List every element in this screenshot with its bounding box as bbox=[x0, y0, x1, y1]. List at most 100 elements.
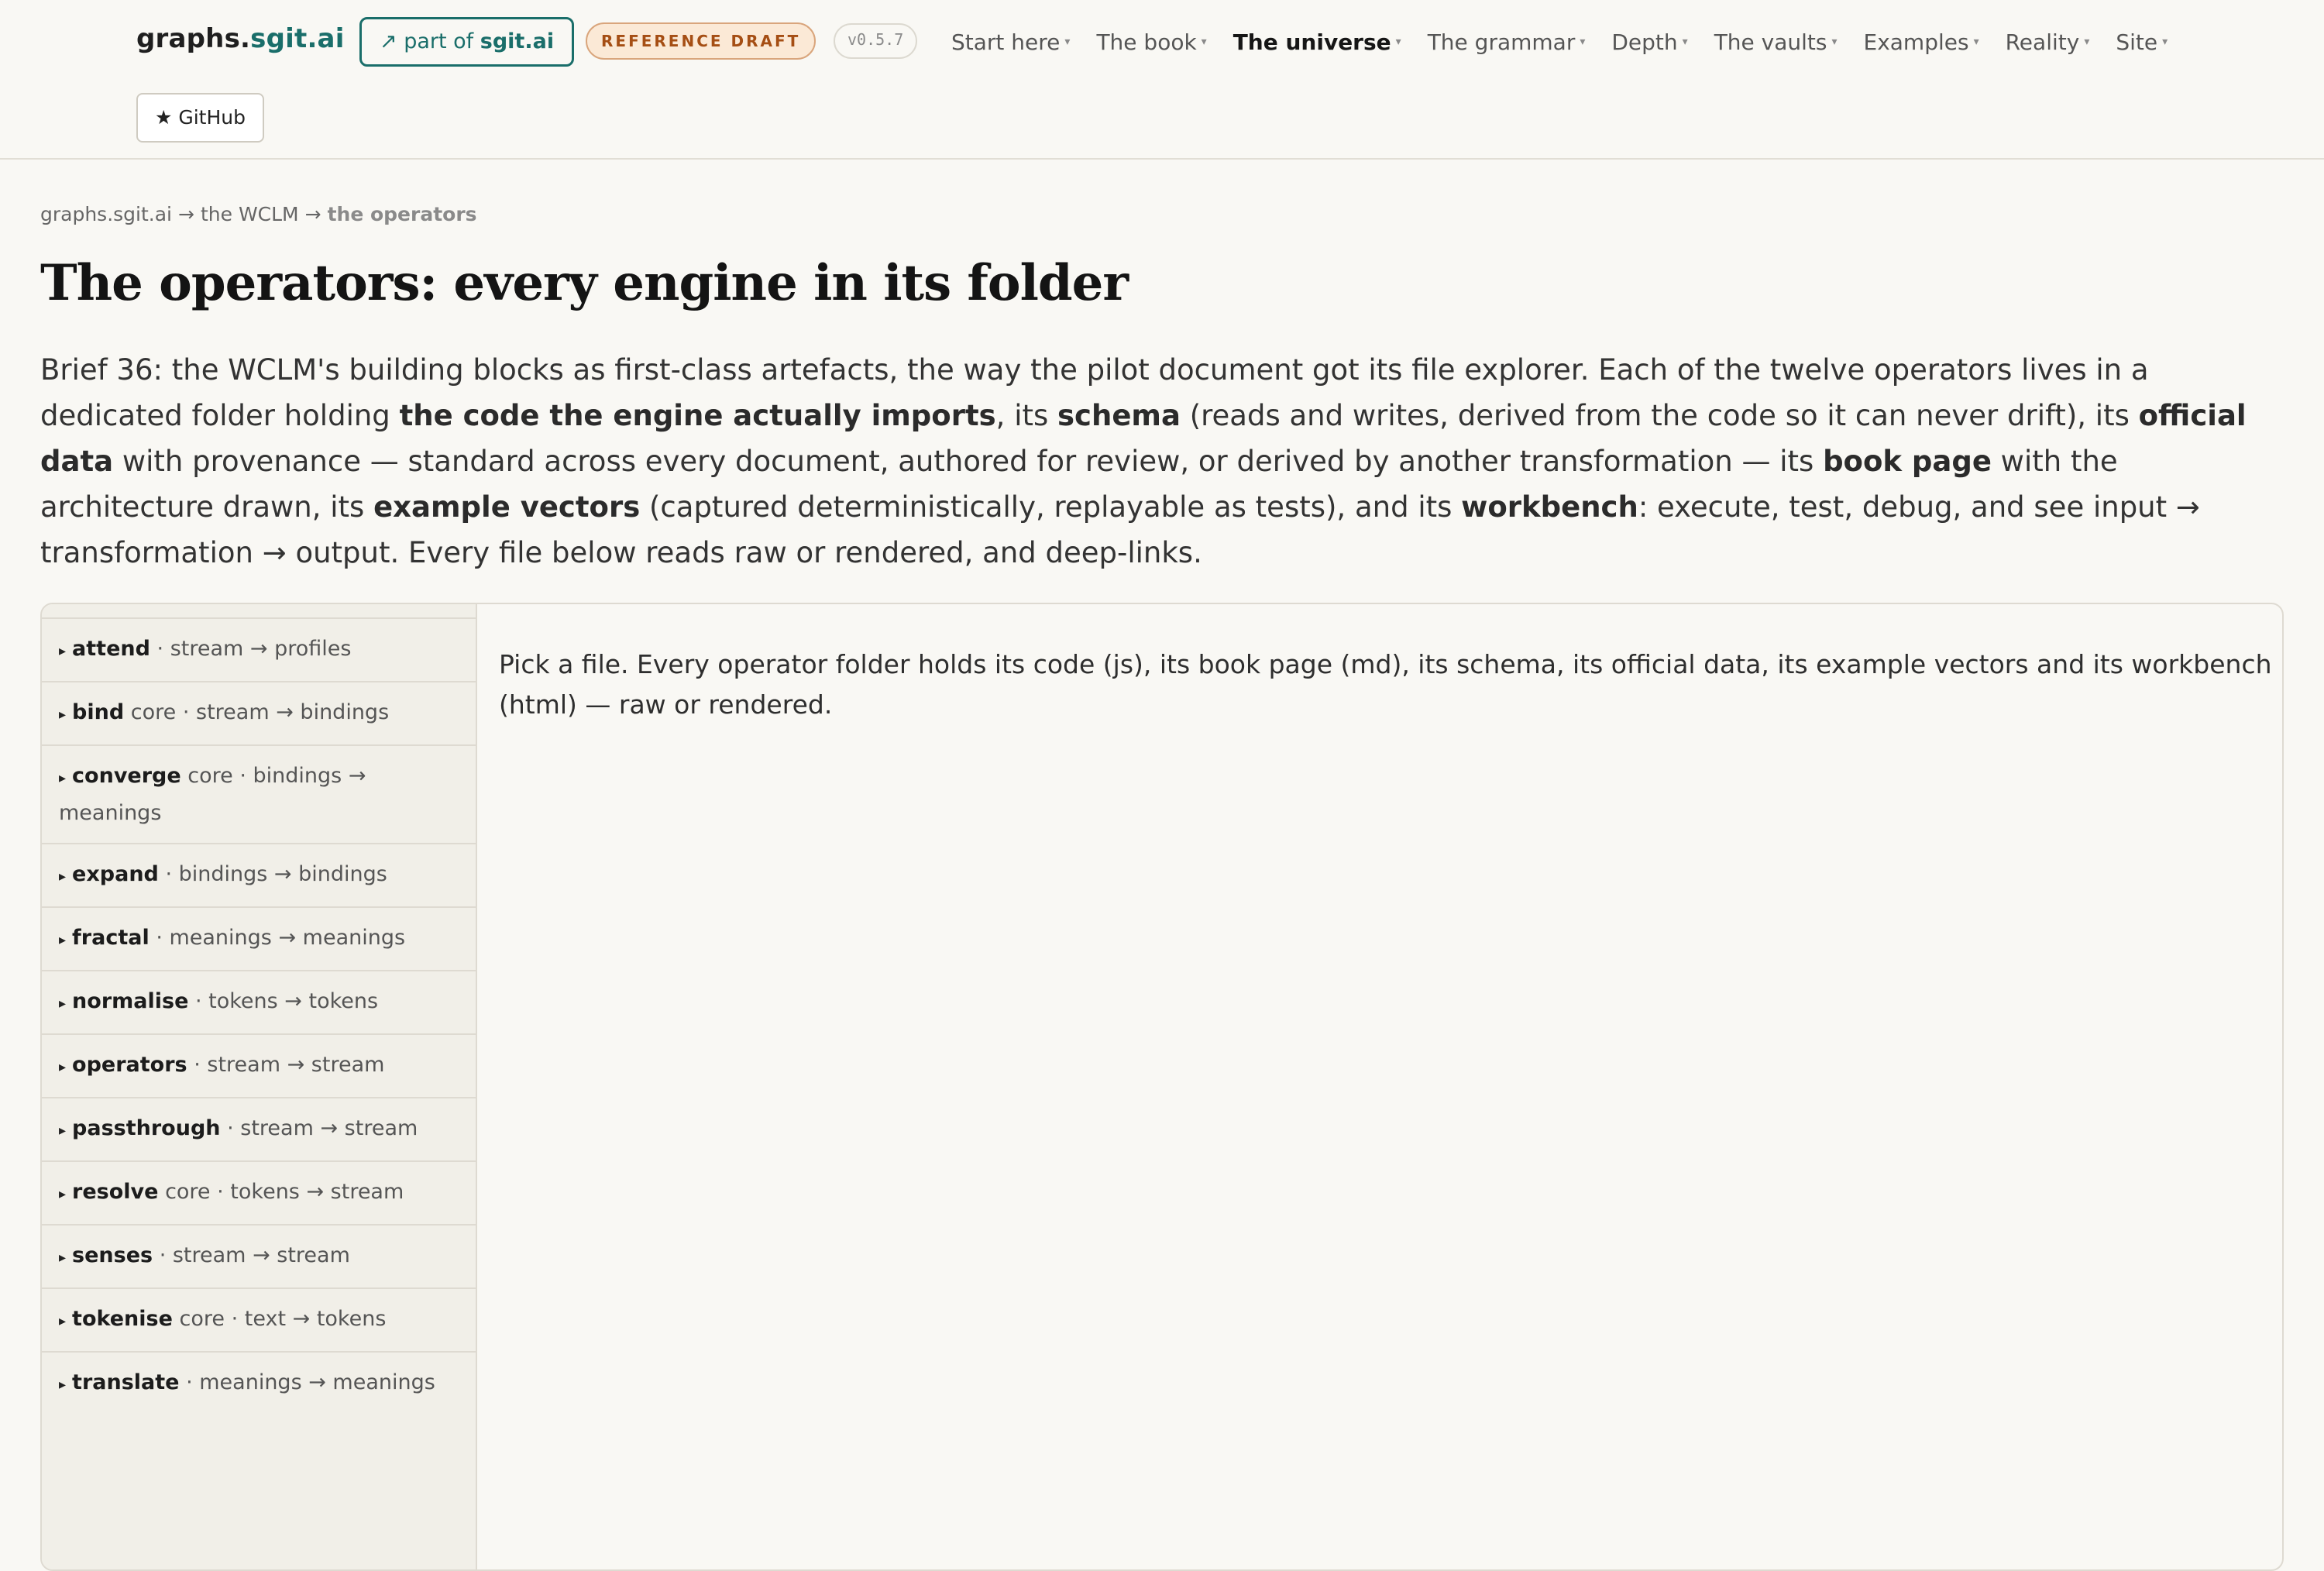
site-header: graphs.sgit.ai ↗ part of sgit.ai REFEREN… bbox=[0, 0, 2324, 160]
intro-text: , its bbox=[995, 399, 1058, 432]
nav-the-grammar[interactable]: The grammar ▾ bbox=[1428, 29, 1586, 55]
chevron-down-icon: ▾ bbox=[1580, 36, 1586, 48]
file-viewer: Pick a file. Every operator folder holds… bbox=[477, 604, 2282, 1569]
operator-io: · stream → profiles bbox=[156, 637, 352, 661]
operator-name: attend bbox=[72, 637, 150, 661]
operator-name: operators bbox=[72, 1053, 187, 1077]
tree-item-bind[interactable]: ▸ bind core · stream → bindings bbox=[42, 681, 476, 744]
nav-depth[interactable]: Depth ▾ bbox=[1611, 29, 1687, 55]
tree-item-translate[interactable]: ▸ translate · meanings → meanings bbox=[42, 1351, 476, 1415]
operator-name: normalise bbox=[72, 989, 189, 1013]
intro-emphasis: workbench bbox=[1461, 490, 1638, 524]
operator-io: · meanings → meanings bbox=[186, 1370, 435, 1394]
nav-label: The book bbox=[1096, 29, 1197, 55]
chevron-down-icon: ▾ bbox=[1395, 36, 1401, 48]
version-badge: v0.5.7 bbox=[834, 23, 918, 59]
tree-item-senses[interactable]: ▸ senses · stream → stream bbox=[42, 1224, 476, 1287]
intro-text: (reads and writes, derived from the code… bbox=[1180, 399, 2139, 432]
tree-item-attend[interactable]: ▸ attend · stream → profiles bbox=[42, 617, 476, 681]
expand-triangle-icon: ▸ bbox=[59, 1059, 67, 1075]
operator-name: fractal bbox=[72, 926, 150, 950]
operator-core-tag: core bbox=[179, 1307, 225, 1331]
nav-label: Start here bbox=[951, 29, 1061, 55]
nav-the-universe[interactable]: The universe ▾ bbox=[1233, 29, 1401, 55]
operator-file-explorer: ▸ attend · stream → profiles ▸ bind core ·… bbox=[40, 603, 2284, 1571]
operator-name: tokenise bbox=[72, 1307, 173, 1331]
tree-item-normalise[interactable]: ▸ normalise · tokens → tokens bbox=[42, 970, 476, 1033]
intro-emphasis: example vectors bbox=[373, 490, 641, 524]
nav-the-vaults[interactable]: The vaults ▾ bbox=[1714, 29, 1838, 55]
expand-triangle-icon: ▸ bbox=[59, 1313, 67, 1329]
expand-triangle-icon: ▸ bbox=[59, 643, 67, 659]
nav-start-here[interactable]: Start here ▾ bbox=[951, 29, 1070, 55]
nav-label: Reality bbox=[2005, 29, 2080, 55]
tree-item-converge[interactable]: ▸ converge core · bindings → meanings bbox=[42, 744, 476, 843]
brand-main: graphs. bbox=[136, 23, 251, 54]
operator-io: · tokens → tokens bbox=[194, 989, 379, 1013]
tree-item-expand[interactable]: ▸ expand · bindings → bindings bbox=[42, 843, 476, 906]
nav-the-book[interactable]: The book ▾ bbox=[1096, 29, 1206, 55]
intro-paragraph: Brief 36: the WCLM's building blocks as … bbox=[40, 347, 2287, 576]
intro-emphasis: schema bbox=[1057, 399, 1181, 432]
breadcrumb-wclm[interactable]: the WCLM bbox=[201, 203, 299, 225]
tree-item-tokenise[interactable]: ▸ tokenise core · text → tokens bbox=[42, 1287, 476, 1351]
chevron-down-icon: ▾ bbox=[1831, 36, 1838, 48]
tree-item-passthrough[interactable]: ▸ passthrough · stream → stream bbox=[42, 1097, 476, 1160]
operator-io: · stream → stream bbox=[194, 1053, 385, 1077]
operator-io: · stream → bindings bbox=[182, 700, 390, 724]
part-of-prefix: ↗ part of bbox=[380, 29, 480, 53]
operator-core-tag: core bbox=[187, 764, 233, 788]
nav-site[interactable]: Site ▾ bbox=[2116, 29, 2168, 55]
part-of-strong: sgit.ai bbox=[480, 29, 555, 53]
main-nav: Start here ▾ The book ▾ The universe ▾ The … bbox=[951, 25, 2194, 59]
intro-emphasis: the code the engine actually imports bbox=[399, 399, 996, 432]
github-button[interactable]: ★ GitHub bbox=[136, 93, 264, 143]
brand-logo[interactable]: graphs.sgit.ai bbox=[136, 23, 345, 54]
chevron-down-icon: ▾ bbox=[1064, 36, 1071, 48]
chevron-down-icon: ▾ bbox=[1973, 36, 1979, 48]
chevron-down-icon: ▾ bbox=[2162, 36, 2168, 48]
operator-io: · stream → stream bbox=[227, 1116, 418, 1140]
intro-text: with provenance — standard across every … bbox=[113, 445, 1824, 478]
part-of-sgit-button[interactable]: ↗ part of sgit.ai bbox=[359, 17, 575, 67]
breadcrumb-home[interactable]: graphs.sgit.ai bbox=[40, 203, 172, 225]
nav-label: The universe bbox=[1232, 29, 1391, 55]
expand-triangle-icon: ▸ bbox=[59, 868, 67, 885]
operator-name: expand bbox=[72, 862, 159, 886]
operator-io: · bindings → bindings bbox=[165, 862, 387, 886]
operator-name: senses bbox=[72, 1243, 153, 1267]
chevron-down-icon: ▾ bbox=[1201, 36, 1207, 48]
nav-label: The grammar bbox=[1427, 29, 1576, 55]
operator-io: · meanings → meanings bbox=[156, 926, 406, 950]
breadcrumb: graphs.sgit.ai → the WCLM → the operators bbox=[40, 203, 477, 225]
expand-triangle-icon: ▸ bbox=[59, 1377, 67, 1393]
expand-triangle-icon: ▸ bbox=[59, 1250, 67, 1266]
nav-examples[interactable]: Examples ▾ bbox=[1864, 29, 1979, 55]
nav-reality[interactable]: Reality ▾ bbox=[2006, 29, 2090, 55]
tree-item-resolve[interactable]: ▸ resolve core · tokens → stream bbox=[42, 1160, 476, 1224]
operator-name: translate bbox=[72, 1370, 180, 1394]
expand-triangle-icon: ▸ bbox=[59, 1186, 67, 1202]
tree-item-fractal[interactable]: ▸ fractal · meanings → meanings bbox=[42, 906, 476, 970]
chevron-down-icon: ▾ bbox=[2084, 36, 2090, 48]
operator-core-tag: core bbox=[165, 1180, 211, 1204]
expand-triangle-icon: ▸ bbox=[59, 995, 67, 1012]
tree-item-operators[interactable]: ▸ operators · stream → stream bbox=[42, 1033, 476, 1097]
intro-text: (captured deterministically, replayable … bbox=[640, 490, 1462, 524]
intro-emphasis: book page bbox=[1823, 445, 1992, 478]
operator-name: resolve bbox=[72, 1180, 159, 1204]
page-title: The operators: every engine in its folde… bbox=[40, 254, 1129, 312]
operator-io: · stream → stream bbox=[159, 1243, 350, 1267]
reference-draft-badge: REFERENCE DRAFT bbox=[586, 22, 816, 60]
operator-name: converge bbox=[72, 764, 181, 788]
operator-name: bind bbox=[72, 700, 125, 724]
nav-label: The vaults bbox=[1714, 29, 1827, 55]
brand-accent: sgit.ai bbox=[250, 23, 345, 54]
nav-label: Examples bbox=[1863, 29, 1969, 55]
expand-triangle-icon: ▸ bbox=[59, 706, 67, 723]
operator-name: passthrough bbox=[72, 1116, 221, 1140]
operator-tree: ▸ attend · stream → profiles ▸ bind core ·… bbox=[42, 604, 477, 1569]
viewer-placeholder: Pick a file. Every operator folder holds… bbox=[499, 649, 2272, 720]
operator-core-tag: core bbox=[130, 700, 177, 724]
expand-triangle-icon: ▸ bbox=[59, 932, 67, 948]
